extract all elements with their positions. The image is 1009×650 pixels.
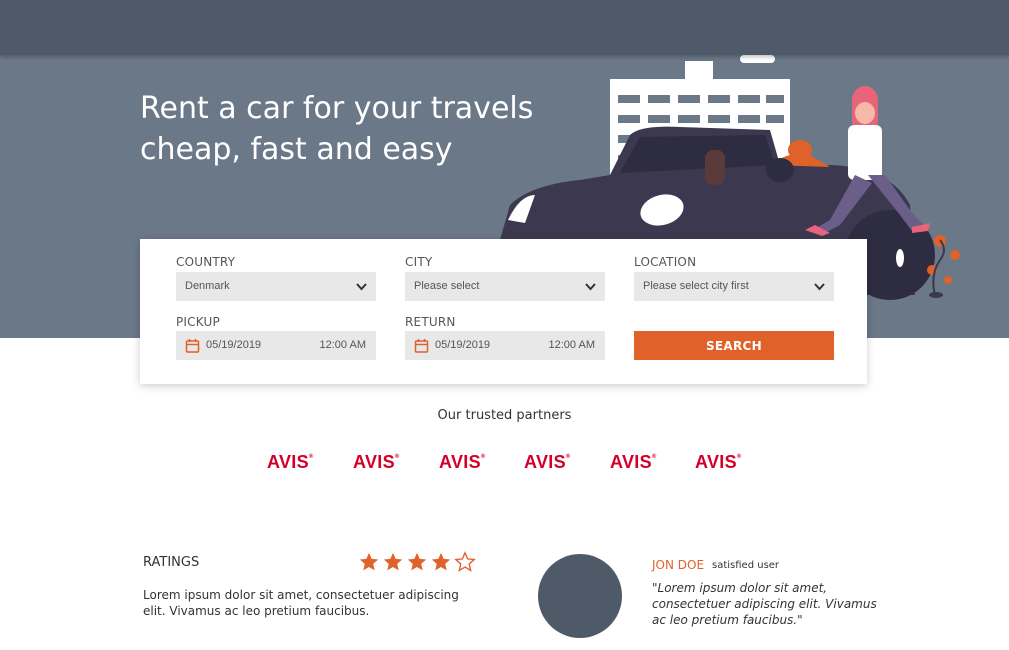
return-datetime-input[interactable]: 05/19/2019 12:00 AM [405, 331, 605, 360]
calendar-icon [414, 339, 429, 353]
star-filled-icon [359, 552, 379, 571]
search-button[interactable]: SEARCH [634, 331, 834, 360]
pickup-label: PICKUP [176, 315, 220, 329]
return-time: 12:00 AM [548, 339, 595, 351]
star-empty-icon [454, 551, 476, 572]
star-filled-icon [383, 552, 403, 571]
ratings-title: RATINGS [143, 555, 200, 570]
country-select[interactable]: Denmark [176, 272, 376, 301]
star-filled-icon [407, 552, 427, 571]
partner-logo-avis[interactable]: AVIS® [524, 452, 571, 473]
top-navbar [0, 0, 1009, 55]
headline-line-1: Rent a car for your travels [140, 91, 534, 126]
partner-logo-avis[interactable]: AVIS® [695, 452, 742, 473]
search-form-card: COUNTRY Denmark CITY Please select LOCAT… [140, 239, 867, 384]
pickup-datetime-input[interactable]: 05/19/2019 12:00 AM [176, 331, 376, 360]
partner-logos: AVIS® AVIS® AVIS® AVIS® AVIS® AVIS® [0, 452, 1009, 476]
ratings-description: Lorem ipsum dolor sit amet, consectetuer… [143, 588, 459, 618]
partner-logo-avis[interactable]: AVIS® [267, 452, 314, 473]
chevron-down-icon [585, 283, 596, 291]
location-label: LOCATION [634, 255, 697, 269]
pickup-time: 12:00 AM [319, 339, 366, 351]
partner-logo-avis[interactable]: AVIS® [439, 452, 486, 473]
return-label: RETURN [405, 315, 456, 329]
chevron-down-icon [814, 283, 825, 291]
calendar-icon [185, 339, 200, 353]
city-select[interactable]: Please select [405, 272, 605, 301]
star-filled-icon [431, 552, 451, 571]
location-value: Please select city first [643, 280, 749, 292]
partner-logo-avis[interactable]: AVIS® [610, 452, 657, 473]
return-date: 05/19/2019 [435, 339, 491, 351]
reviewer-name: JON DOE [652, 558, 705, 572]
avatar [538, 554, 622, 638]
chevron-down-icon [356, 283, 367, 291]
partner-logo-avis[interactable]: AVIS® [353, 452, 400, 473]
country-value: Denmark [185, 280, 230, 292]
location-select[interactable]: Please select city first [634, 272, 834, 301]
pickup-date: 05/19/2019 [206, 339, 262, 351]
hero-headline: Rent a car for your travels cheap, fast … [140, 88, 560, 170]
country-label: COUNTRY [176, 255, 236, 269]
city-label: CITY [405, 255, 433, 269]
reviewer-role: satisfied user [712, 560, 780, 571]
city-value: Please select [414, 280, 480, 292]
partners-title: Our trusted partners [437, 408, 572, 423]
review-quote: "Lorem ipsum dolor sit amet, consectetue… [652, 581, 877, 627]
headline-line-2: cheap, fast and easy [140, 132, 453, 167]
